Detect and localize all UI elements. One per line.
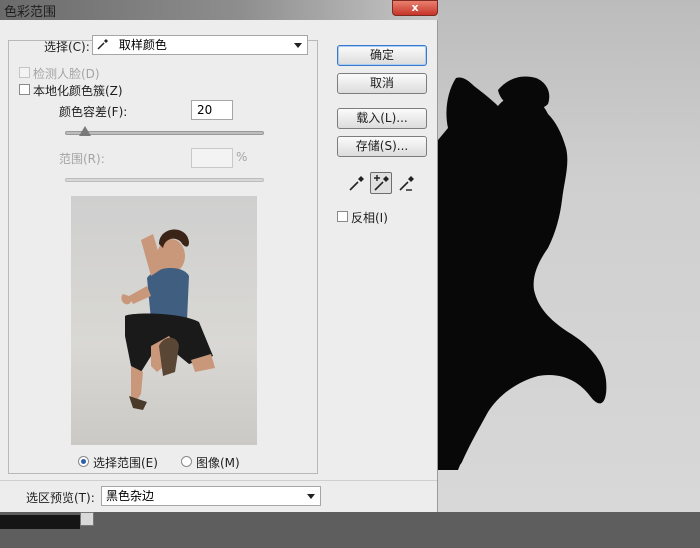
divider [0, 480, 437, 481]
progress-track [0, 515, 80, 529]
range-label: 范围(R): [59, 152, 105, 166]
ok-button[interactable]: 确定 [337, 45, 427, 66]
fuzziness-label: 颜色容差(F): [59, 105, 128, 119]
eyedropper-icon[interactable] [345, 172, 367, 194]
selection-preview-dropdown[interactable]: 黑色杂边 [101, 486, 321, 506]
resize-grip-icon[interactable] [80, 512, 94, 526]
document-canvas[interactable] [438, 0, 700, 512]
detect-faces-label: 检测人脸(D) [33, 67, 100, 81]
save-button[interactable]: 存储(S)... [337, 136, 427, 157]
select-label: 选择(C): [44, 40, 90, 54]
eyedropper-icon [97, 37, 111, 55]
select-dropdown[interactable]: 取样颜色 [92, 35, 308, 55]
black-matte-mask-preview [438, 76, 607, 471]
preview-selection-label: 选择范围(E) [93, 456, 158, 470]
jumping-man-photo [121, 229, 215, 410]
selection-preview-value: 黑色杂边 [106, 489, 155, 503]
preview-selection-radio[interactable] [78, 456, 89, 467]
close-icon: x [411, 1, 419, 14]
fuzziness-slider-thumb[interactable] [79, 126, 91, 136]
eyedropper-minus-icon[interactable] [395, 172, 417, 194]
cancel-button[interactable]: 取消 [337, 73, 427, 94]
localized-clusters-label: 本地化颜色簇(Z) [33, 84, 123, 98]
preview-image-label: 图像(M) [196, 456, 240, 470]
load-button[interactable]: 载入(L)... [337, 108, 427, 129]
title-bar[interactable] [0, 0, 438, 20]
chevron-down-icon [307, 494, 315, 499]
range-slider-track[interactable] [65, 178, 264, 182]
detect-faces-checkbox[interactable] [19, 67, 30, 78]
chevron-down-icon [294, 43, 302, 48]
status-strip [0, 512, 700, 548]
preview-image[interactable] [71, 196, 257, 445]
dialog-title: 色彩范围 [4, 5, 57, 20]
range-unit: % [236, 150, 248, 164]
invert-label: 反相(I) [351, 211, 388, 225]
selection-preview-label: 选区预览(T): [26, 491, 95, 505]
close-button[interactable]: x [392, 0, 438, 16]
select-value: 取样颜色 [118, 38, 167, 52]
preview-image-radio[interactable] [181, 456, 192, 467]
localized-clusters-checkbox[interactable] [19, 84, 30, 95]
color-range-dialog: 色彩范围 x 选择(C): 取样颜色 检测人脸(D) 本地化颜色簇(Z) 颜色容… [0, 0, 438, 512]
range-input[interactable] [191, 148, 233, 168]
fuzziness-slider-track[interactable] [65, 131, 264, 135]
invert-checkbox[interactable] [337, 211, 348, 222]
eyedropper-plus-icon[interactable] [370, 172, 392, 194]
fuzziness-input[interactable]: 20 [191, 100, 233, 120]
